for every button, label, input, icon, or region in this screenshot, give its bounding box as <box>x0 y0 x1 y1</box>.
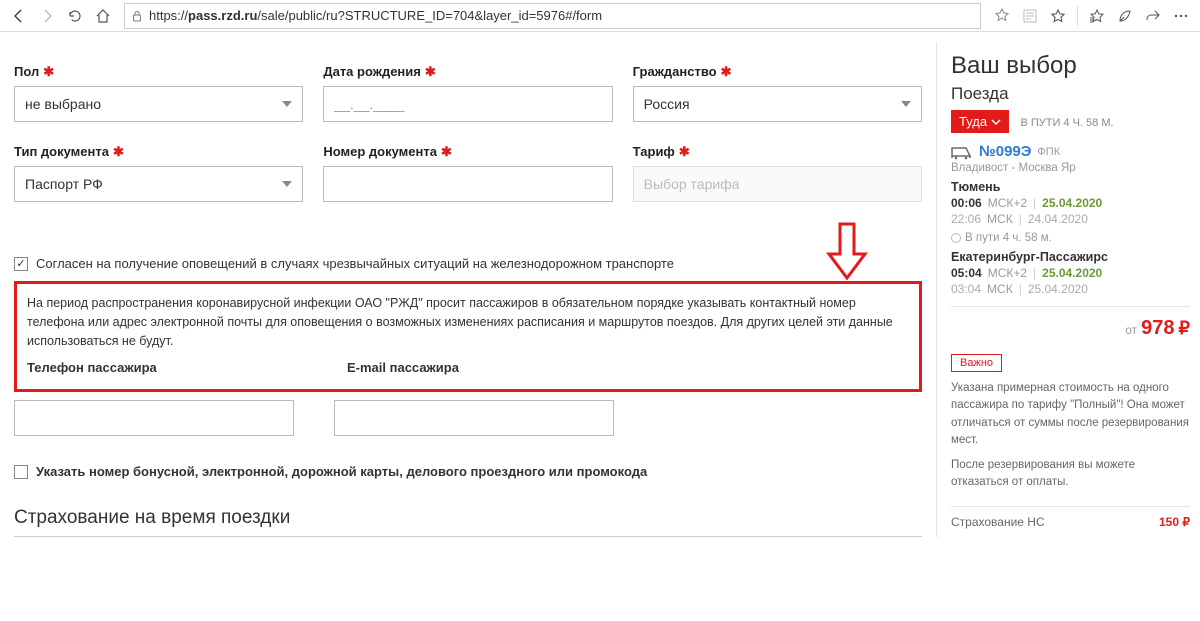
from-city: Тюмень <box>951 180 1190 194</box>
summary-sidebar: Ваш выбор Поезда Туда В ПУТИ 4 Ч. 58 М. … <box>936 42 1200 537</box>
url-text: https://pass.rzd.ru/sale/public/ru?STRUC… <box>149 8 602 23</box>
insurance-price: 150 ₽ <box>1159 515 1190 529</box>
email-label: E-mail пассажира <box>347 360 647 375</box>
to-city: Екатеринбург-Пассажирс <box>951 250 1190 264</box>
important-text: Указана примерная стоимость на одного па… <box>951 380 1190 449</box>
bonus-checkbox[interactable] <box>14 465 28 479</box>
form-area: Пол✱ не выбрано Дата рождения✱ __.__.___… <box>0 42 936 537</box>
gender-label: Пол✱ <box>14 64 303 80</box>
favorite-icon[interactable] <box>1045 3 1071 29</box>
direction-badge[interactable]: Туда <box>951 110 1009 133</box>
bonus-label: Указать номер бонусной, электронной, дор… <box>36 464 647 479</box>
email-input[interactable] <box>334 400 614 436</box>
tariff-label: Тариф✱ <box>633 144 922 160</box>
important-badge: Важно <box>951 354 1002 372</box>
insurance-heading: Страхование на время поездки <box>14 507 922 530</box>
back-button[interactable] <box>6 3 32 29</box>
browser-toolbar: https://pass.rzd.ru/sale/public/ru?STRUC… <box>0 0 1200 32</box>
important-text-2: После резервирования вы можете отказатьс… <box>951 457 1190 492</box>
address-bar[interactable]: https://pass.rzd.ru/sale/public/ru?STRUC… <box>124 3 981 29</box>
reader-icon[interactable] <box>1017 3 1043 29</box>
doc-number-input[interactable] <box>323 166 612 202</box>
extension-icon[interactable] <box>989 3 1015 29</box>
insurance-label: Страхование НС <box>951 515 1045 529</box>
price-value: 978 <box>1141 317 1174 340</box>
train-number[interactable]: №099Э <box>979 143 1031 160</box>
share-icon[interactable] <box>1140 3 1166 29</box>
annotation-arrow-icon <box>825 222 869 282</box>
phone-label: Телефон пассажира <box>27 360 327 375</box>
consent-label: Согласен на получение оповещений в случа… <box>36 256 674 271</box>
notes-icon[interactable] <box>1112 3 1138 29</box>
home-button[interactable] <box>90 3 116 29</box>
train-icon <box>951 144 973 160</box>
favorites-list-icon[interactable] <box>1084 3 1110 29</box>
covid-notice-box: На период распространения коронавирусной… <box>14 281 922 392</box>
consent-checkbox[interactable]: ✓ <box>14 257 28 271</box>
sidebar-title: Ваш выбор <box>951 52 1190 80</box>
citizenship-label: Гражданство✱ <box>633 64 922 80</box>
covid-notice-text: На период распространения коронавирусной… <box>27 294 909 350</box>
chevron-down-icon <box>991 117 1001 127</box>
citizenship-select[interactable]: Россия <box>633 86 922 122</box>
sidebar-subtitle: Поезда <box>951 84 1190 104</box>
refresh-button[interactable] <box>62 3 88 29</box>
from-time: 00:06 <box>951 196 982 210</box>
doc-type-label: Тип документа✱ <box>14 144 303 160</box>
train-company: ФПК <box>1037 146 1060 158</box>
to-date: 25.04.2020 <box>1042 266 1102 280</box>
lock-icon <box>131 10 143 22</box>
currency: ₽ <box>1179 318 1190 339</box>
to-time: 05:04 <box>951 266 982 280</box>
birthdate-label: Дата рождения✱ <box>323 64 612 80</box>
phone-input[interactable] <box>14 400 294 436</box>
divider <box>14 536 922 537</box>
more-icon[interactable] <box>1168 3 1194 29</box>
travel-duration: В пути 4 ч. 58 м. <box>951 232 1190 244</box>
doc-number-label: Номер документа✱ <box>323 144 612 160</box>
route-text: Владивост - Москва Яр <box>951 162 1190 174</box>
forward-button[interactable] <box>34 3 60 29</box>
gender-select[interactable]: не выбрано <box>14 86 303 122</box>
birthdate-input[interactable]: __.__.____ <box>323 86 612 122</box>
doc-type-select[interactable]: Паспорт РФ <box>14 166 303 202</box>
tariff-select: Выбор тарифа <box>633 166 922 202</box>
duration-top: В ПУТИ 4 Ч. 58 М. <box>1020 117 1113 129</box>
from-date: 25.04.2020 <box>1042 196 1102 210</box>
